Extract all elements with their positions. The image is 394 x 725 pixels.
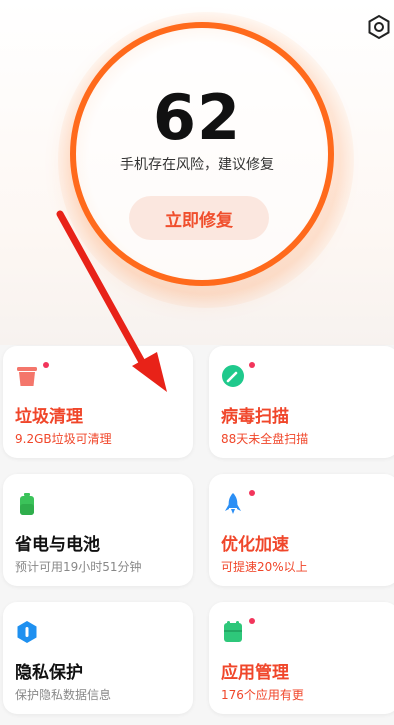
card-privacy[interactable]: 隐私保护 保护隐私数据信息 (3, 602, 193, 714)
notification-dot (249, 618, 255, 624)
card-title: 病毒扫描 (221, 407, 289, 427)
risk-status-text: 手机存在风险，建议修复 (120, 157, 274, 173)
card-battery[interactable]: 省电与电池 预计可用19小时51分钟 (3, 474, 193, 586)
card-title: 垃圾清理 (15, 407, 83, 427)
card-junk-clean[interactable]: 垃圾清理 9.2GB垃圾可清理 (3, 346, 193, 458)
card-title: 应用管理 (221, 663, 289, 683)
card-subtitle: 可提速20%以上 (221, 560, 308, 574)
card-app-manage[interactable]: 应用管理 176个应用有更 (209, 602, 394, 714)
notification-dot (249, 362, 255, 368)
fix-now-button[interactable]: 立即修复 (129, 196, 269, 240)
security-score: 62 (152, 81, 242, 154)
notification-dot (43, 362, 49, 368)
card-subtitle: 9.2GB垃圾可清理 (15, 432, 112, 446)
notification-dot (249, 490, 255, 496)
card-optimize-speed[interactable]: 优化加速 可提速20%以上 (209, 474, 394, 586)
virus-scan-icon (222, 365, 244, 387)
card-subtitle: 预计可用19小时51分钟 (15, 560, 142, 574)
gear-icon[interactable] (366, 14, 392, 40)
trash-icon (17, 367, 37, 386)
battery-icon (20, 493, 34, 515)
card-title: 隐私保护 (15, 663, 83, 683)
card-subtitle: 88天未全盘扫描 (221, 432, 309, 446)
card-title: 省电与电池 (15, 535, 100, 555)
card-virus-scan[interactable]: 病毒扫描 88天未全盘扫描 (209, 346, 394, 458)
card-subtitle: 176个应用有更 (221, 688, 304, 702)
card-subtitle: 保护隐私数据信息 (15, 688, 112, 702)
privacy-shield-icon (17, 621, 37, 643)
app-manage-icon (224, 621, 242, 642)
card-title: 优化加速 (221, 535, 289, 555)
rocket-icon (225, 493, 241, 514)
